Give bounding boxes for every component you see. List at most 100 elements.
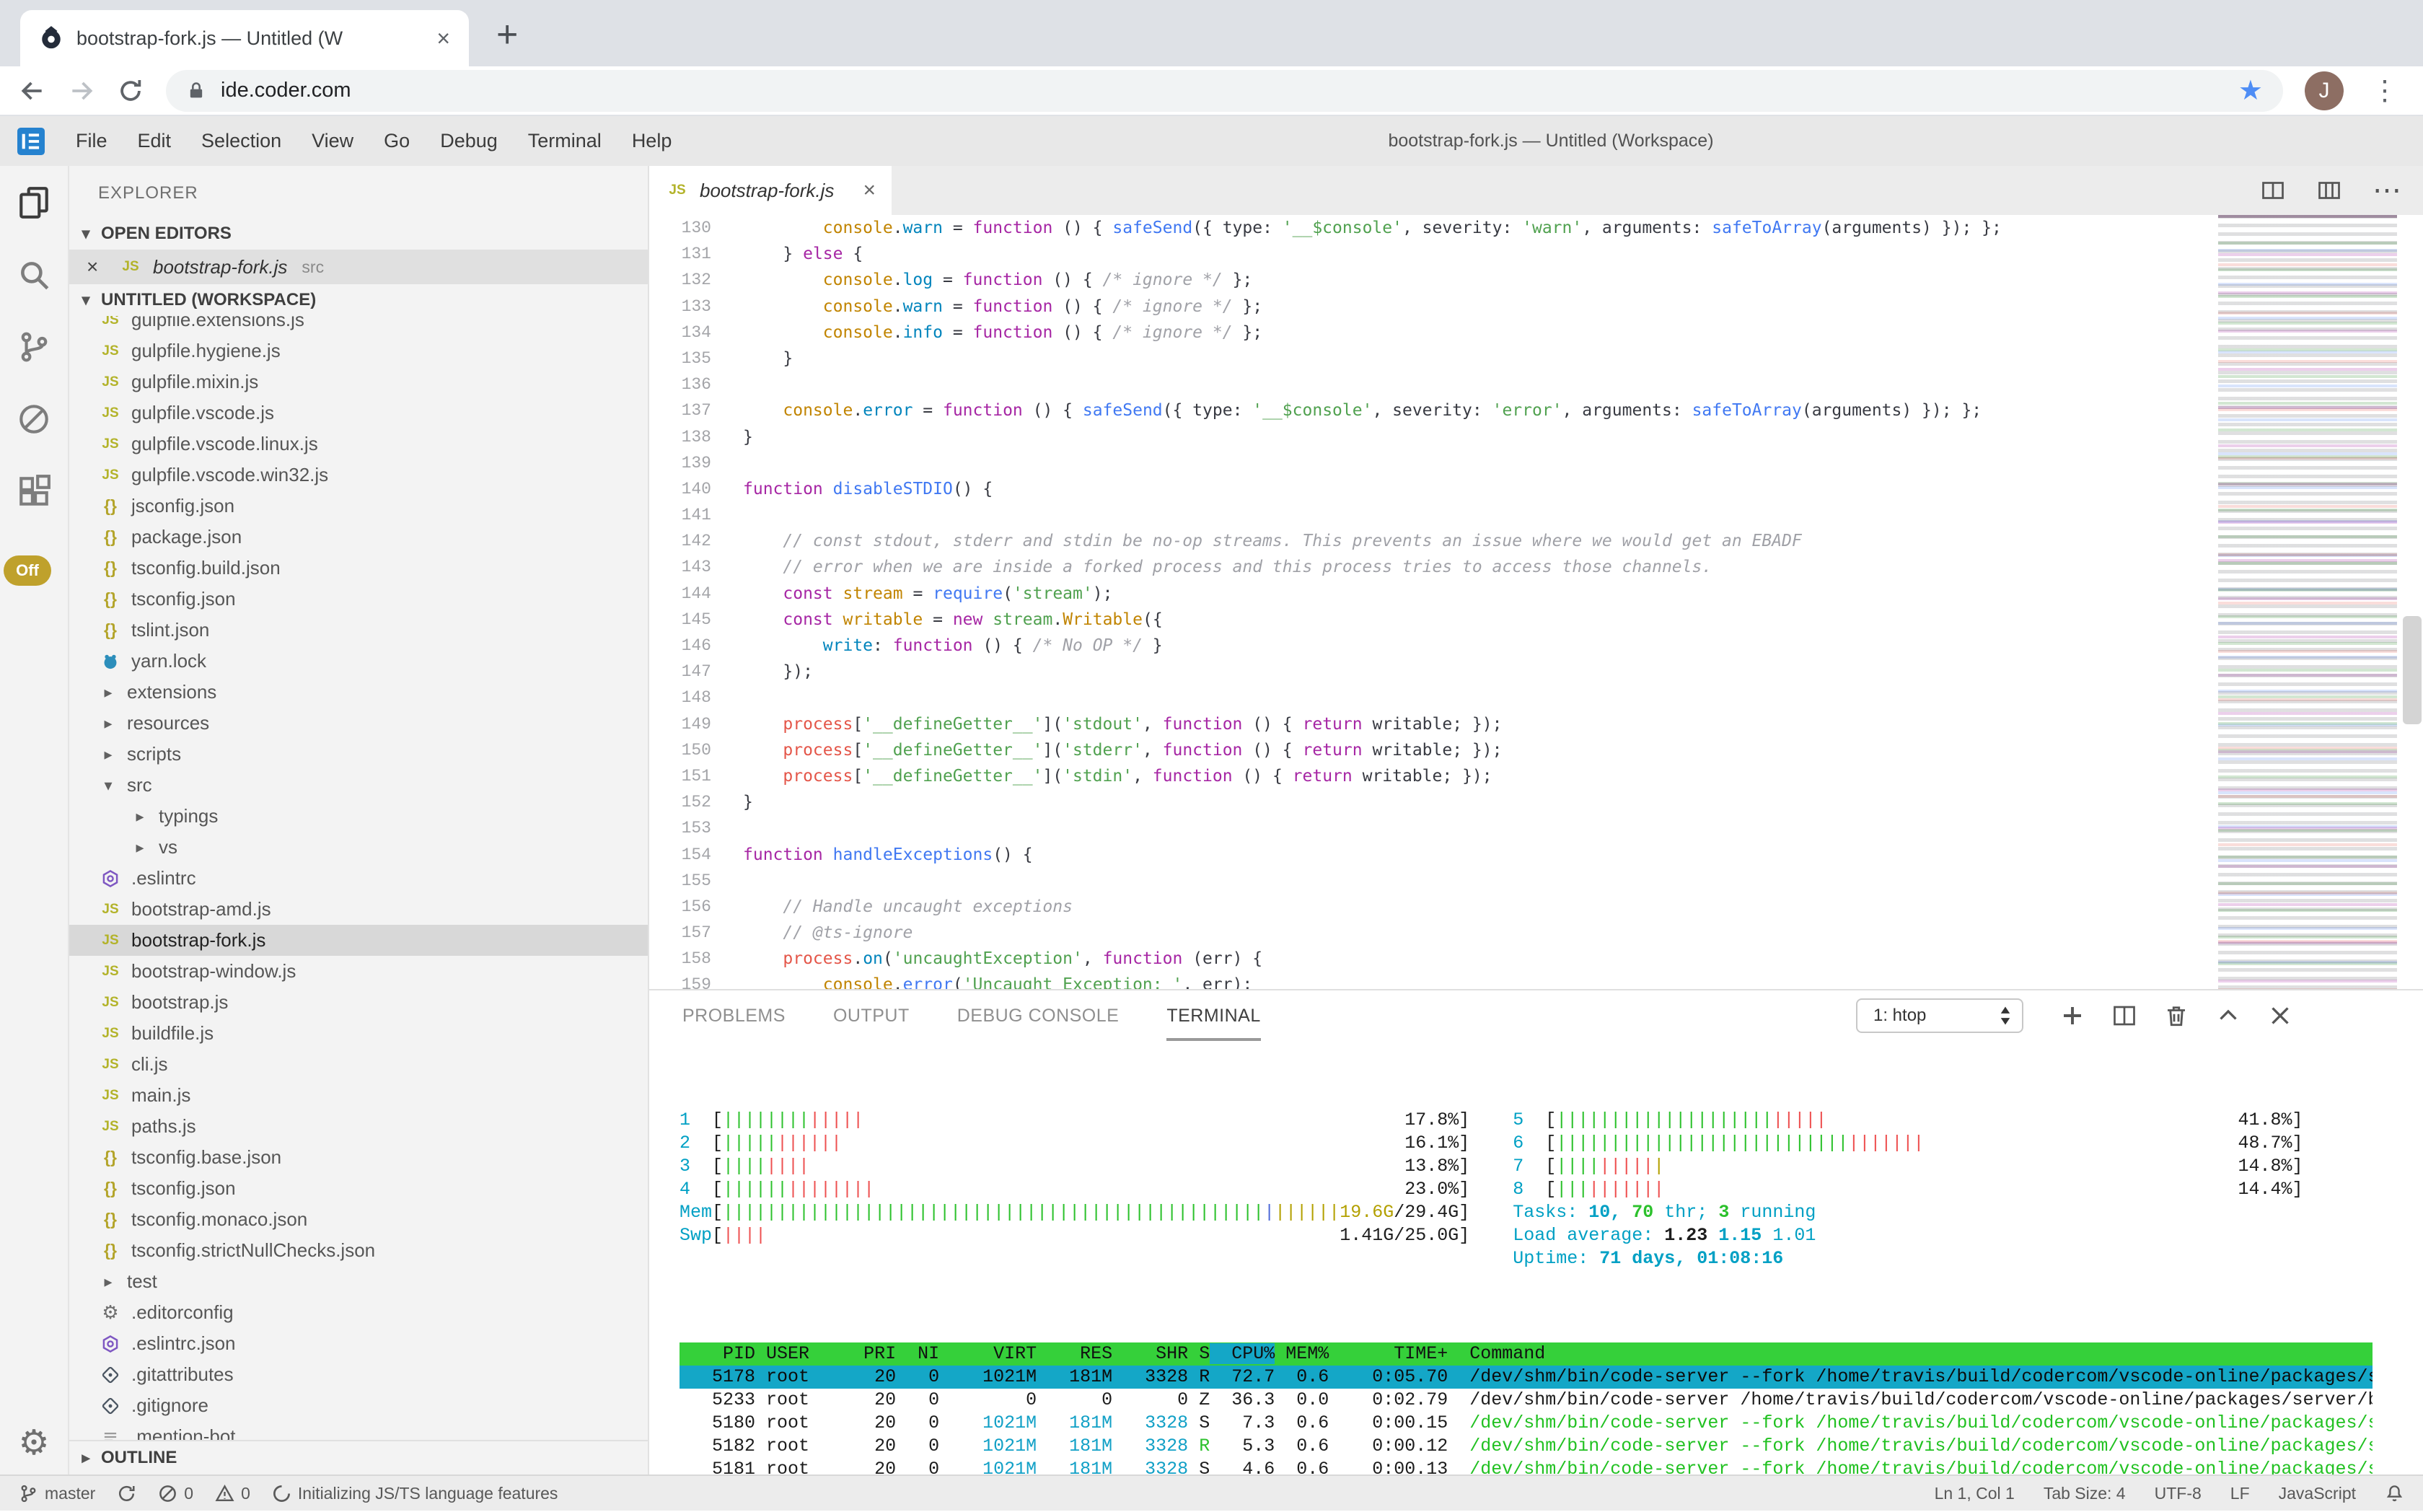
htop-process-row[interactable]: 5180 root 20 0 1021M 181M 3328 S 7.3 0.6… [680,1412,2373,1435]
tree-item-jsconfig-json[interactable]: {}jsconfig.json [69,491,648,522]
new-tab-button[interactable]: + [496,13,518,56]
status-lf[interactable]: LF [2230,1484,2250,1503]
tree-folder-resources[interactable]: ▸resources [69,708,648,739]
bookmark-star-icon[interactable]: ★ [2238,74,2263,107]
tree-item-package-json[interactable]: {}package.json [69,522,648,553]
tree-item-gulpfile-vscode-win32-js[interactable]: JSgulpfile.vscode.win32.js [69,460,648,491]
tree-item--mention-bot[interactable]: .mention-bot [69,1421,648,1440]
layout-editor-icon[interactable] [2316,177,2342,203]
menu-file[interactable]: File [61,130,123,151]
status-warning[interactable]: 0 [215,1484,250,1503]
tree-item--eslintrc[interactable]: .eslintrc [69,863,648,894]
browser-menu-icon[interactable]: ⋮ [2365,74,2404,107]
status-sync[interactable] [117,1484,136,1503]
kill-terminal-icon[interactable] [2163,1003,2189,1029]
tree-item--eslintrc-json[interactable]: .eslintrc.json [69,1328,648,1359]
off-badge[interactable]: Off [4,555,51,586]
status-bell[interactable] [2385,1484,2404,1503]
tree-item--editorconfig[interactable]: ⚙.editorconfig [69,1297,648,1328]
tree-folder-src[interactable]: ▾src [69,770,648,801]
tree-item-bootstrap-fork-js[interactable]: JSbootstrap-fork.js [69,925,648,956]
tree-item-gulpfile-mixin-js[interactable]: JSgulpfile.mixin.js [69,366,648,397]
menu-terminal[interactable]: Terminal [513,130,617,151]
editor-scrollbar[interactable] [2403,616,2422,724]
url-text[interactable]: ide.coder.com [221,79,2224,102]
settings-gear-icon[interactable]: ⚙ [18,1423,49,1463]
tree-item--gitattributes[interactable]: .gitattributes [69,1359,648,1390]
extensions-icon[interactable] [16,473,52,509]
tree-item-tslint-json[interactable]: {}tslint.json [69,615,648,646]
back-icon[interactable] [19,77,46,105]
tree-item-bootstrap-amd-js[interactable]: JSbootstrap-amd.js [69,894,648,925]
outline-section[interactable]: ▸ OUTLINE [69,1440,648,1474]
tree-item-tsconfig-base-json[interactable]: {}tsconfig.base.json [69,1142,648,1173]
menu-selection[interactable]: Selection [186,130,296,151]
maximize-panel-icon[interactable] [2215,1003,2241,1029]
tree-item-main-js[interactable]: JSmain.js [69,1080,648,1111]
tree-item-gulpfile-vscode-linux-js[interactable]: JSgulpfile.vscode.linux.js [69,428,648,460]
tree-item-tsconfig-strictnullchecks-json[interactable]: {}tsconfig.strictNullChecks.json [69,1235,648,1266]
menu-help[interactable]: Help [617,130,687,151]
tree-folder-scripts[interactable]: ▸scripts [69,739,648,770]
open-editors-header[interactable]: ▾ OPEN EDITORS [69,218,648,250]
tree-item-tsconfig-json[interactable]: {}tsconfig.json [69,1173,648,1204]
split-editor-icon[interactable] [2260,177,2286,203]
tree-item-gulpfile-extensions-js[interactable]: JSgulpfile.extensions.js [69,316,648,335]
tree-item-tsconfig-json[interactable]: {}tsconfig.json [69,584,648,615]
menu-debug[interactable]: Debug [425,130,513,151]
tree-item-bootstrap-js[interactable]: JSbootstrap.js [69,987,648,1018]
source-control-icon[interactable] [16,329,52,365]
tree-folder-extensions[interactable]: ▸extensions [69,677,648,708]
new-terminal-icon[interactable] [2059,1003,2085,1029]
tree-folder-vs[interactable]: ▸vs [69,832,648,863]
tree-item-cli-js[interactable]: JScli.js [69,1049,648,1080]
status-ln-1-col-1[interactable]: Ln 1, Col 1 [1935,1484,2015,1503]
panel-tab-problems[interactable]: PROBLEMS [682,990,786,1041]
tree-item-yarn-lock[interactable]: yarn.lock [69,646,648,677]
code-editor[interactable]: 1301311321331341351361371381391401411421… [649,215,2423,989]
open-editor-item[interactable]: × JS bootstrap-fork.js src [69,250,648,284]
menu-go[interactable]: Go [369,130,425,151]
browser-tab-close-icon[interactable]: × [436,25,450,52]
tree-item-buildfile-js[interactable]: JSbuildfile.js [69,1018,648,1049]
editor-tab[interactable]: JS bootstrap-fork.js × [649,166,892,215]
htop-process-row[interactable]: 5182 root 20 0 1021M 181M 3328 R 5.3 0.6… [680,1435,2373,1458]
forward-icon[interactable] [68,77,95,105]
status-tab-size-4[interactable]: Tab Size: 4 [2044,1484,2126,1503]
tree-item-tsconfig-monaco-json[interactable]: {}tsconfig.monaco.json [69,1204,648,1235]
terminal-select[interactable]: 1: htop [1856,998,2023,1033]
search-icon[interactable] [16,257,52,293]
terminal[interactable]: 1 [||||||||||||| 17.8%]2 [||||||||||| 16… [649,1041,2423,1474]
status-javascript[interactable]: JavaScript [2279,1484,2356,1503]
more-actions-icon[interactable]: ⋯ [2373,177,2401,203]
htop-process-row[interactable]: 5181 root 20 0 1021M 181M 3328 S 4.6 0.6… [680,1458,2373,1474]
menu-edit[interactable]: Edit [123,130,187,151]
tree-item-tsconfig-build-json[interactable]: {}tsconfig.build.json [69,553,648,584]
status-spinner[interactable]: Initializing JS/TS language features [272,1484,558,1503]
status-error[interactable]: 0 [158,1484,193,1503]
menu-view[interactable]: View [296,130,369,151]
tree-item--gitignore[interactable]: .gitignore [69,1390,648,1421]
browser-tab[interactable]: bootstrap-fork.js — Untitled (W × [20,10,469,66]
minimap[interactable] [2218,215,2397,989]
panel-tab-debug-console[interactable]: DEBUG CONSOLE [957,990,1120,1041]
panel-tab-output[interactable]: OUTPUT [833,990,910,1041]
status-utf-8[interactable]: UTF-8 [2155,1484,2202,1503]
tree-item-gulpfile-hygiene-js[interactable]: JSgulpfile.hygiene.js [69,335,648,366]
tree-item-bootstrap-window-js[interactable]: JSbootstrap-window.js [69,956,648,987]
htop-process-row[interactable]: 5178 root 20 0 1021M 181M 3328 R 72.7 0.… [680,1366,2373,1389]
url-bar[interactable]: ide.coder.com ★ [166,70,2283,112]
tree-folder-test[interactable]: ▸test [69,1266,648,1297]
tree-item-paths-js[interactable]: JSpaths.js [69,1111,648,1142]
split-terminal-icon[interactable] [2111,1003,2137,1029]
tab-close-icon[interactable]: × [863,178,876,203]
htop-process-row[interactable]: 5233 root 20 0 0 0 0 Z 36.3 0.0 0:02.79 … [680,1389,2373,1412]
status-branch[interactable]: master [19,1484,95,1503]
tree-item-gulpfile-vscode-js[interactable]: JSgulpfile.vscode.js [69,397,648,428]
explorer-icon[interactable] [16,185,52,221]
reload-icon[interactable] [117,77,144,105]
tree-folder-typings[interactable]: ▸typings [69,801,648,832]
avatar[interactable]: J [2305,71,2344,110]
panel-tab-terminal[interactable]: TERMINAL [1166,990,1260,1041]
workspace-header[interactable]: ▾ UNTITLED (WORKSPACE) [69,284,648,316]
